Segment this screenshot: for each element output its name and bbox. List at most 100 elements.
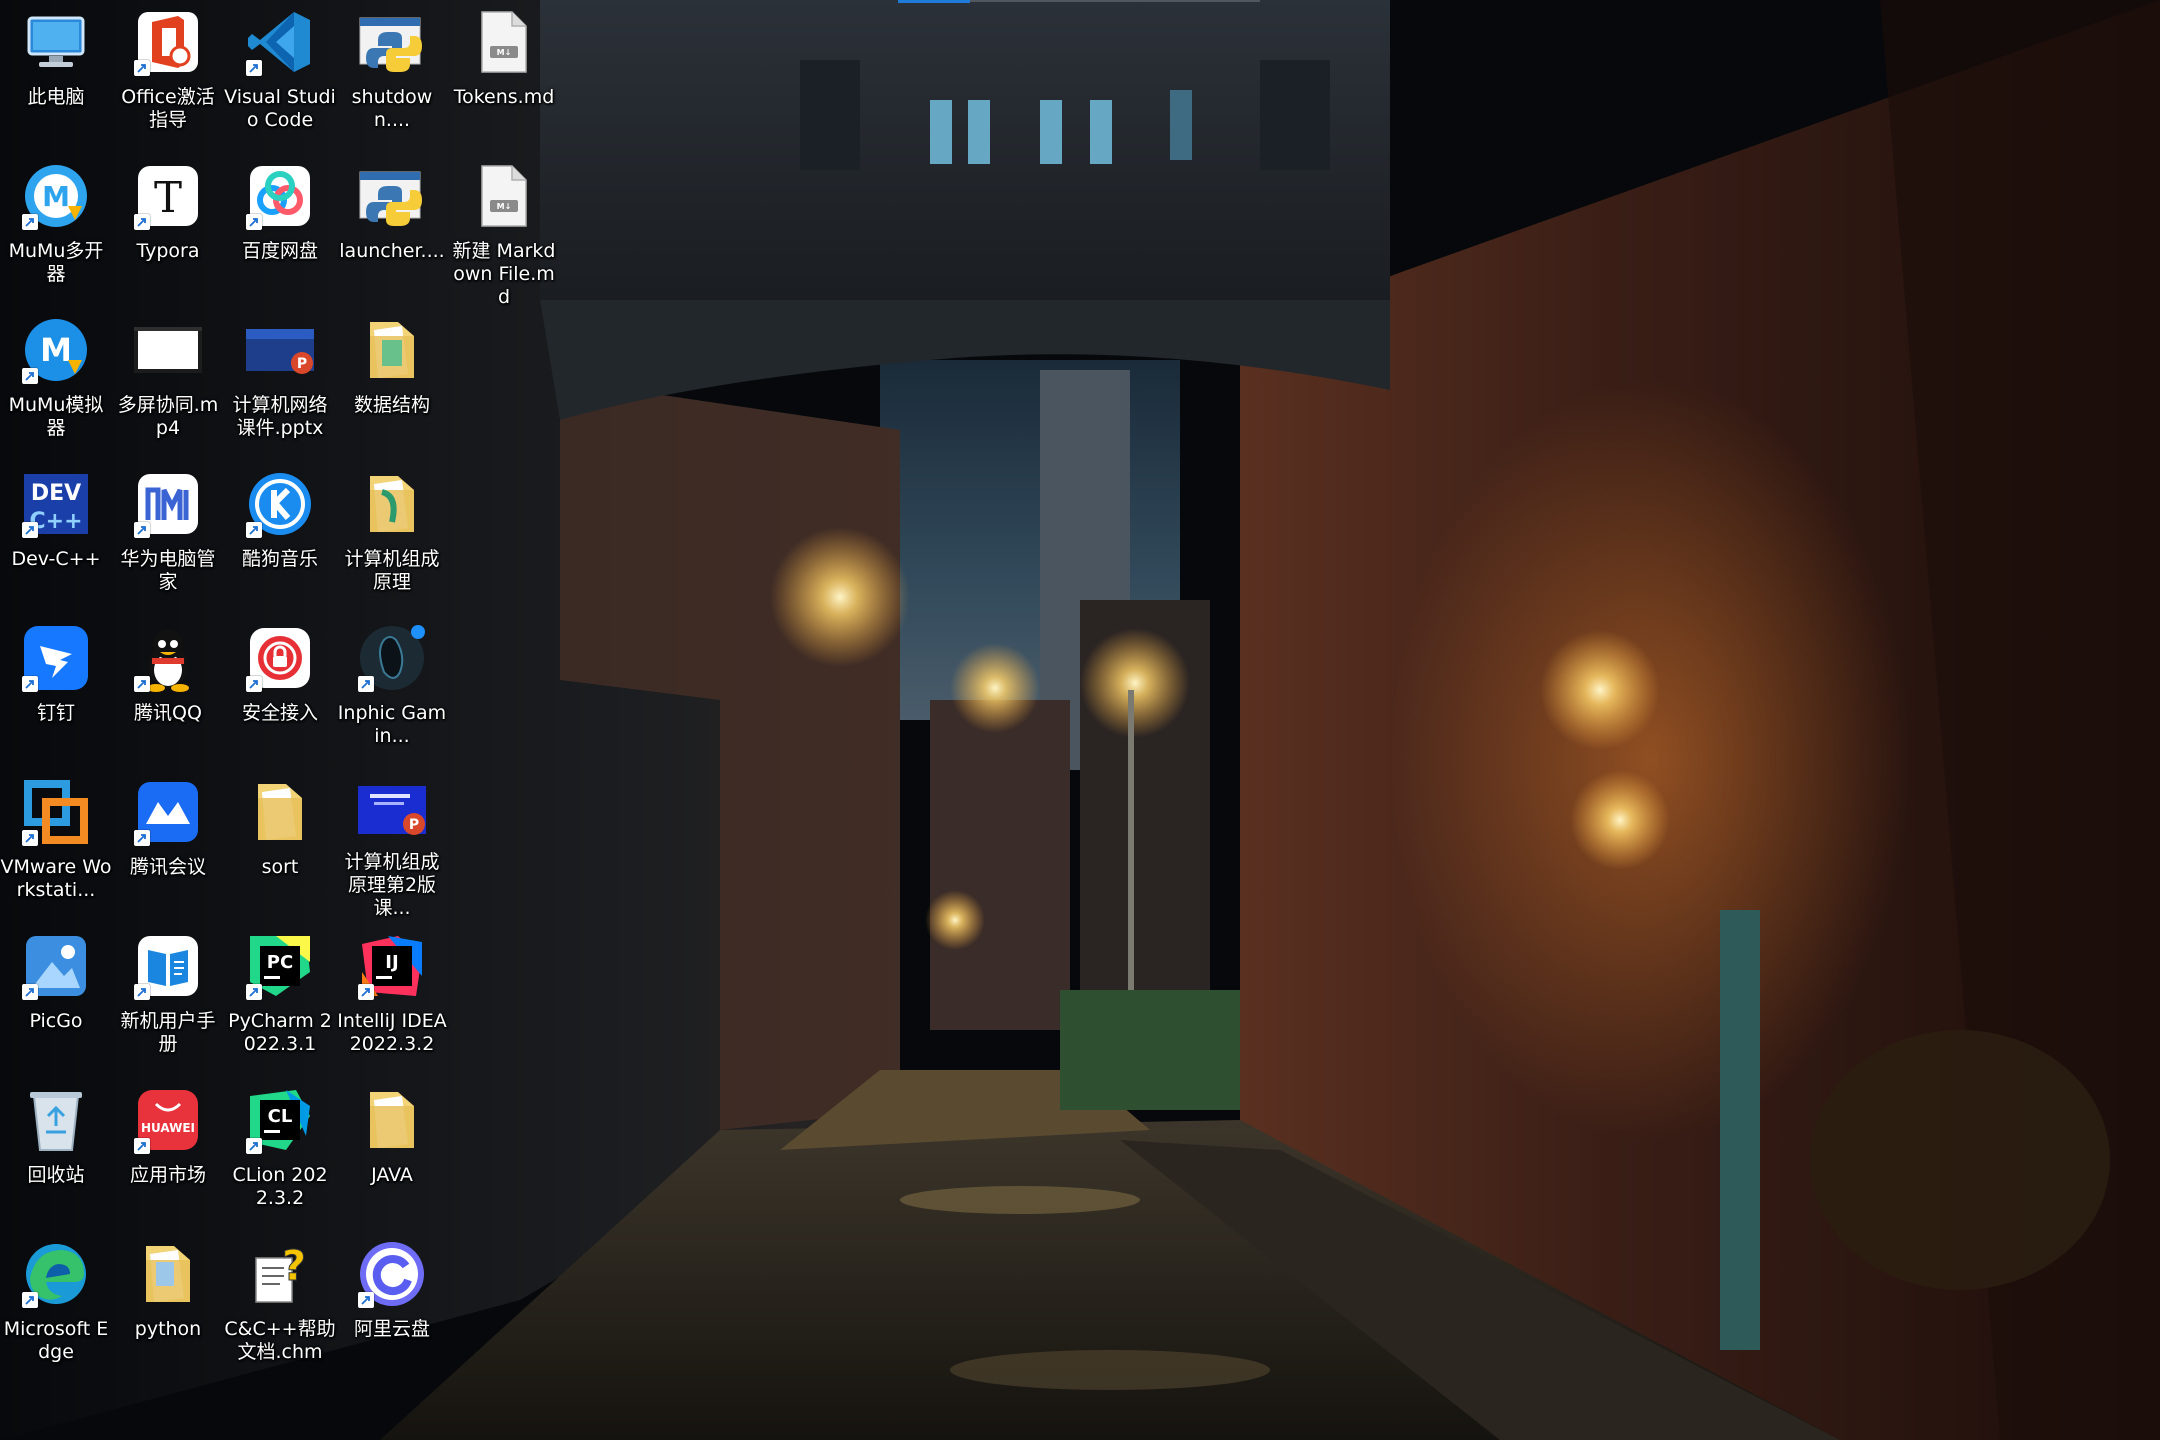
icon-label: 阿里云盘 xyxy=(353,1318,430,1340)
icon-label: CLion 2022.3.2 xyxy=(232,1164,328,1209)
folder-icon xyxy=(132,1238,204,1310)
icon-label: 应用市场 xyxy=(129,1164,206,1186)
desktop-icon-clion[interactable]: CL CLion 2022.3.2 xyxy=(224,1078,336,1228)
desktop-icon-shutdown-py[interactable]: shutdown.... xyxy=(336,0,448,150)
desktop-icon-data-structure-folder[interactable]: 数据结构 xyxy=(336,308,448,458)
icon-label: Visual Studio Code xyxy=(224,86,336,131)
video-file-icon xyxy=(132,314,204,386)
shortcut-arrow-icon xyxy=(246,60,262,76)
svg-text:IJ: IJ xyxy=(385,952,398,973)
shortcut-arrow-icon xyxy=(22,984,38,1000)
svg-text:P: P xyxy=(409,817,419,833)
svg-text:HUAWEI: HUAWEI xyxy=(141,1121,195,1135)
mumu-emulator-icon: M xyxy=(20,314,92,386)
desktop-icon-kugou[interactable]: 酷狗音乐 xyxy=(224,462,336,612)
icon-label: 腾讯会议 xyxy=(129,856,206,878)
icon-label: Typora xyxy=(136,240,200,262)
desktop-icon-chm-help[interactable]: ? C&C++帮助文档.chm xyxy=(224,1232,336,1382)
desktop-icon-computer-organization-pptx[interactable]: P 计算机组成原理第2版课... xyxy=(336,770,448,920)
desktop-icon-vscode[interactable]: Visual Studio Code xyxy=(224,0,336,150)
shortcut-arrow-icon xyxy=(22,676,38,692)
edge-icon xyxy=(20,1238,92,1310)
desktop-icon-qq[interactable]: 腾讯QQ xyxy=(112,616,224,766)
desktop-icon-vmware[interactable]: VMware Workstati... xyxy=(0,770,112,920)
office-activation-icon xyxy=(132,6,204,78)
icon-label: 回收站 xyxy=(27,1164,85,1186)
icon-label: PyCharm 2022.3.1 xyxy=(228,1010,332,1055)
icon-label: Inphic Gamin... xyxy=(337,702,447,747)
desktop-icon-mumu-emulator[interactable]: M MuMu模拟器 xyxy=(0,308,112,458)
folder-icon xyxy=(356,1084,428,1156)
devcpp-icon: DEV C++ xyxy=(20,468,92,540)
icon-label: sort xyxy=(261,856,299,878)
desktop-icon-network-pptx[interactable]: P 计算机网络课件.pptx xyxy=(224,308,336,458)
shortcut-arrow-icon xyxy=(246,214,262,230)
huawei-appgallery-icon: HUAWEI xyxy=(132,1084,204,1156)
svg-text:T: T xyxy=(154,173,182,222)
picgo-icon xyxy=(20,930,92,1002)
icon-label: 计算机网络课件.pptx xyxy=(232,394,328,439)
recycle-bin-icon xyxy=(20,1084,92,1156)
typora-icon: T xyxy=(132,160,204,232)
desktop-icon-devcpp[interactable]: DEV C++ Dev-C++ xyxy=(0,462,112,612)
desktop-icon-python-folder[interactable]: python xyxy=(112,1232,224,1382)
python-file-icon xyxy=(356,160,428,232)
icon-label: launcher.... xyxy=(339,240,445,262)
shortcut-arrow-icon xyxy=(22,368,38,384)
icon-label: 计算机组成原理 xyxy=(344,548,440,593)
pycharm-icon: PC xyxy=(244,930,316,1002)
shortcut-arrow-icon xyxy=(22,1292,38,1308)
desktop-icon-mumu-multi[interactable]: M MuMu多开器 xyxy=(0,154,112,304)
icon-label: 百度网盘 xyxy=(241,240,318,262)
desktop-icon-launcher-py[interactable]: launcher.... xyxy=(336,154,448,304)
svg-text:PC: PC xyxy=(267,952,293,973)
desktop-icon-this-pc[interactable]: 此电脑 xyxy=(0,0,112,150)
shortcut-arrow-icon xyxy=(134,60,150,76)
shortcut-arrow-icon xyxy=(134,214,150,230)
desktop-icon-aliyun-drive[interactable]: 阿里云盘 xyxy=(336,1232,448,1382)
desktop-icon-typora[interactable]: T Typora xyxy=(112,154,224,304)
icon-label: C&C++帮助文档.chm xyxy=(224,1318,336,1363)
desktop-icon-tokens-md[interactable]: M↓ Tokens.md xyxy=(448,0,560,150)
desktop-icon-multiscreen-video[interactable]: 多屏协同.mp4 xyxy=(112,308,224,458)
icon-label: PicGo xyxy=(29,1010,83,1032)
desktop-icon-huawei-pc-manager[interactable]: 华为电脑管家 xyxy=(112,462,224,612)
icon-label: 新建 Markdown File.md xyxy=(452,240,556,308)
desktop-icon-user-manual[interactable]: 新机用户手册 xyxy=(112,924,224,1074)
icon-label: 多屏协同.mp4 xyxy=(117,394,219,439)
icon-label: 此电脑 xyxy=(27,86,85,108)
markdown-file-icon: M↓ xyxy=(468,6,540,78)
shortcut-arrow-icon xyxy=(134,984,150,1000)
inphic-mouse-icon xyxy=(356,622,428,694)
desktop-icon-new-markdown-file[interactable]: M↓ 新建 Markdown File.md xyxy=(448,154,560,324)
desktop-icon-computer-organization-folder[interactable]: 计算机组成原理 xyxy=(336,462,448,612)
desktop-icon-huawei-appgallery[interactable]: HUAWEI 应用市场 xyxy=(112,1078,224,1228)
desktop-icon-pycharm[interactable]: PC PyCharm 2022.3.1 xyxy=(224,924,336,1074)
intellij-icon: IJ xyxy=(356,930,428,1002)
vscode-icon xyxy=(244,6,316,78)
icon-label: 华为电脑管家 xyxy=(120,548,216,593)
folder-icon xyxy=(244,776,316,848)
svg-text:P: P xyxy=(297,356,307,372)
icon-label: shutdown.... xyxy=(351,86,433,131)
desktop-icon-tencent-meeting[interactable]: 腾讯会议 xyxy=(112,770,224,920)
desktop-icon-secure-access[interactable]: 安全接入 xyxy=(224,616,336,766)
desktop-icon-office-activation[interactable]: Office激活指导 xyxy=(112,0,224,150)
icon-label: IntelliJ IDEA 2022.3.2 xyxy=(337,1010,447,1055)
icon-label: 钉钉 xyxy=(36,702,75,724)
desktop-icon-intellij[interactable]: IJ IntelliJ IDEA 2022.3.2 xyxy=(336,924,448,1074)
desktop-icon-recycle-bin[interactable]: 回收站 xyxy=(0,1078,112,1228)
desktop-icon-picgo[interactable]: PicGo xyxy=(0,924,112,1074)
desktop-icon-baidu-netdisk[interactable]: 百度网盘 xyxy=(224,154,336,304)
desktop-icon-edge[interactable]: Microsoft Edge xyxy=(0,1232,112,1382)
desktop-icon-sort-folder[interactable]: sort xyxy=(224,770,336,920)
desktop-icon-inphic-gaming[interactable]: Inphic Gamin... xyxy=(336,616,448,766)
desktop-icon-java-folder[interactable]: JAVA xyxy=(336,1078,448,1228)
svg-text:CL: CL xyxy=(268,1106,293,1127)
user-manual-icon xyxy=(132,930,204,1002)
shortcut-arrow-icon xyxy=(358,984,374,1000)
desktop-icon-dingtalk[interactable]: 钉钉 xyxy=(0,616,112,766)
aliyun-drive-icon xyxy=(356,1238,428,1310)
shortcut-arrow-icon xyxy=(22,522,38,538)
shortcut-arrow-icon xyxy=(134,1138,150,1154)
